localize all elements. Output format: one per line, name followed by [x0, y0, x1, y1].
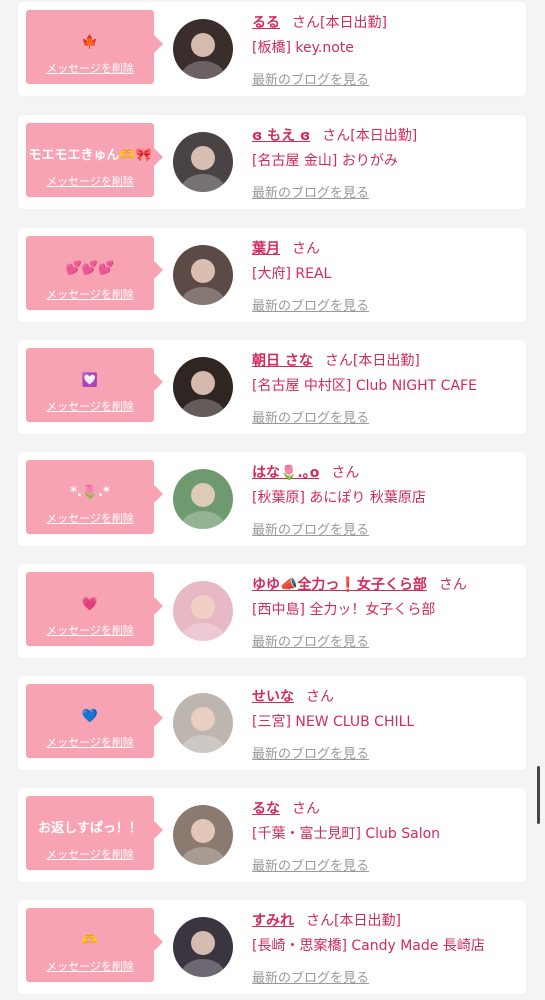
avatar[interactable]: [173, 245, 233, 305]
cast-name-link[interactable]: 朝日 さな: [252, 353, 313, 369]
latest-blog-link[interactable]: 最新のブログを見る: [252, 407, 369, 426]
message-card: 💙 メッセージを削除 せいな さん [三宮] NEW CLUB CHILL 最新の…: [18, 676, 526, 770]
delete-message-link[interactable]: メッセージを削除: [26, 60, 154, 76]
message-bubble: 💕💕💕 メッセージを削除: [26, 236, 163, 310]
name-row: るな さん: [252, 798, 522, 818]
message-text: 💕💕💕: [65, 261, 115, 276]
cast-name-link[interactable]: すみれ: [252, 913, 294, 929]
honorific: さん: [292, 801, 320, 817]
latest-blog-link[interactable]: 最新のブログを見る: [252, 855, 369, 874]
name-row: はな🌷.｡o さん: [252, 462, 522, 482]
message-text: モエモエきゅん🫶🎀: [28, 148, 152, 163]
shop-name: [千葉・富士見町] Club Salon: [252, 826, 441, 842]
name-row: すみれ さん[本日出勤]: [252, 910, 522, 930]
message-card: 🍁 メッセージを削除 るる さん[本日出勤] [板橋] key.note 最新のブ…: [18, 2, 526, 96]
honorific: さん: [324, 353, 353, 369]
message-text: 🫶: [81, 933, 99, 948]
shop-name: [三宮] NEW CLUB CHILL: [252, 714, 415, 730]
honorific: さん: [306, 913, 334, 929]
message-text: 💟: [81, 373, 99, 388]
cast-name-link[interactable]: 葉月: [252, 241, 280, 257]
latest-blog-link[interactable]: 最新のブログを見る: [252, 519, 369, 538]
avatar[interactable]: [173, 19, 233, 79]
avatar[interactable]: [173, 693, 233, 753]
latest-blog-link[interactable]: 最新のブログを見る: [252, 967, 369, 986]
message-card: お返しすぱっ！！ メッセージを削除 るな さん [千葉・富士見町] Club Sa…: [18, 788, 526, 882]
delete-message-link[interactable]: メッセージを削除: [26, 510, 154, 526]
message-text: お返しすぱっ！！: [38, 821, 142, 836]
shop-name: [大府] REAL: [252, 266, 332, 282]
message-text: 🍁: [81, 35, 99, 50]
cast-name-link[interactable]: るる: [252, 15, 280, 31]
latest-blog-link[interactable]: 最新のブログを見る: [252, 743, 369, 762]
message-bubble: *.🌷.* メッセージを削除: [26, 460, 163, 534]
message-card: 💗 メッセージを削除 ゆゆ📣全力っ❗️女子くら部 さん [西中島] 全力ッ！女子く…: [18, 564, 526, 658]
message-text: 💙: [81, 709, 99, 724]
latest-blog-link[interactable]: 最新のブログを見る: [252, 295, 369, 314]
message-card: 💟 メッセージを削除 朝日 さな さん[本日出勤] [名古屋 中村区] Club …: [18, 340, 526, 434]
latest-blog-link[interactable]: 最新のブログを見る: [252, 182, 369, 201]
name-row: ɞ もえ ɞ さん[本日出勤]: [252, 125, 522, 145]
avatar[interactable]: [173, 581, 233, 641]
avatar[interactable]: [173, 357, 233, 417]
delete-message-link[interactable]: メッセージを削除: [26, 286, 154, 302]
avatar[interactable]: [173, 917, 233, 977]
work-status: [本日出勤]: [352, 353, 420, 369]
delete-message-link[interactable]: メッセージを削除: [26, 398, 154, 414]
delete-message-link[interactable]: メッセージを削除: [26, 173, 154, 189]
honorific: さん: [438, 577, 467, 593]
message-card: モエモエきゅん🫶🎀 メッセージを削除 ɞ もえ ɞ さん[本日出勤] [名古屋 金…: [18, 115, 526, 209]
cast-name-link[interactable]: はな🌷.｡o: [252, 465, 319, 481]
message-text: *.🌷.*: [70, 485, 110, 500]
shop-name: [名古屋 中村区] Club NIGHT CAFE: [252, 378, 477, 394]
name-row: るる さん[本日出勤]: [252, 12, 522, 32]
honorific: さん: [331, 465, 360, 481]
shop-name: [板橋] key.note: [252, 40, 354, 56]
work-status: [本日出勤]: [334, 913, 401, 929]
work-status: [本日出勤]: [320, 15, 387, 31]
message-text: 💗: [81, 597, 99, 612]
message-bubble: お返しすぱっ！！ メッセージを削除: [26, 796, 163, 870]
name-row: せいな さん: [252, 686, 522, 706]
avatar[interactable]: [173, 805, 233, 865]
cast-name-link[interactable]: るな: [252, 801, 280, 817]
name-row: 朝日 さな さん[本日出勤]: [252, 350, 522, 370]
message-card: *.🌷.* メッセージを削除 はな🌷.｡o さん [秋葉原] あにぽり 秋葉原店 …: [18, 452, 526, 546]
message-bubble: 🍁 メッセージを削除: [26, 10, 163, 84]
delete-message-link[interactable]: メッセージを削除: [26, 958, 154, 974]
message-bubble: 💟 メッセージを削除: [26, 348, 163, 422]
delete-message-link[interactable]: メッセージを削除: [26, 734, 154, 750]
work-status: [本日出勤]: [350, 128, 418, 144]
cast-name-link[interactable]: ɞ もえ ɞ: [252, 128, 310, 144]
latest-blog-link[interactable]: 最新のブログを見る: [252, 69, 369, 88]
shop-name: [名古屋 金山] おりがみ: [252, 153, 398, 169]
name-row: ゆゆ📣全力っ❗️女子くら部 さん: [252, 574, 522, 594]
message-card: 🫶 メッセージを削除 すみれ さん[本日出勤] [長崎・思案橋] Candy Ma…: [18, 900, 526, 994]
latest-blog-link[interactable]: 最新のブログを見る: [252, 631, 369, 650]
message-bubble: 💙 メッセージを削除: [26, 684, 163, 758]
honorific: さん: [292, 241, 320, 257]
shop-name: [秋葉原] あにぽり 秋葉原店: [252, 490, 426, 506]
avatar[interactable]: [173, 469, 233, 529]
message-bubble: 🫶 メッセージを削除: [26, 908, 163, 982]
shop-name: [長崎・思案橋] Candy Made 長崎店: [252, 938, 485, 954]
name-row: 葉月 さん: [252, 238, 522, 258]
scrollbar[interactable]: [537, 766, 540, 824]
message-card: 💕💕💕 メッセージを削除 葉月 さん [大府] REAL 最新のブログを見る: [18, 228, 526, 322]
honorific: さん: [292, 15, 320, 31]
honorific: さん: [322, 128, 351, 144]
cast-name-link[interactable]: ゆゆ📣全力っ❗️女子くら部: [252, 577, 427, 593]
shop-name: [西中島] 全力ッ！女子くら部: [252, 602, 436, 618]
delete-message-link[interactable]: メッセージを削除: [26, 846, 154, 862]
avatar[interactable]: [173, 132, 233, 192]
delete-message-link[interactable]: メッセージを削除: [26, 622, 154, 638]
message-bubble: 💗 メッセージを削除: [26, 572, 163, 646]
honorific: さん: [306, 689, 334, 705]
cast-name-link[interactable]: せいな: [252, 689, 294, 705]
message-bubble: モエモエきゅん🫶🎀 メッセージを削除: [26, 123, 163, 197]
